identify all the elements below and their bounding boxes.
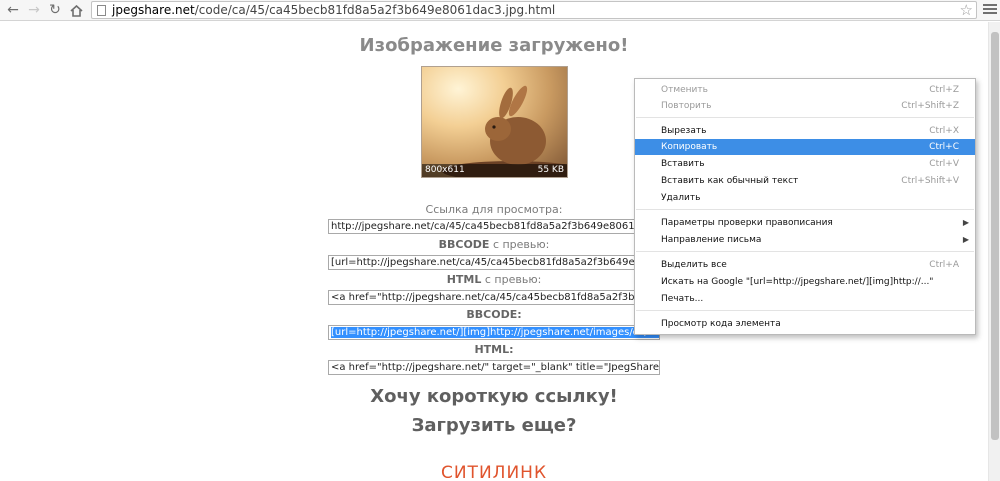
browser-toolbar: ← → ↻ jpegshare.net/code/ca/45/ca45becb8…	[0, 0, 1000, 21]
menu-item-shortcut: Ctrl+Shift+Z	[901, 101, 959, 111]
menu-item-shortcut: Ctrl+A	[929, 260, 959, 270]
image-dimensions: 800x611	[425, 165, 465, 175]
bookmark-star-icon[interactable]: ☆	[960, 1, 973, 19]
bbcode-label-text: BBCODE:	[466, 308, 522, 321]
short-link-button[interactable]: Хочу короткую ссылку!	[0, 386, 988, 407]
scrollbar-thumb[interactable]	[991, 32, 999, 440]
browser-menu-button[interactable]	[983, 4, 997, 16]
upload-heading: Изображение загружено!	[359, 35, 629, 56]
reload-button[interactable]: ↻	[46, 2, 64, 19]
menu-item-label: Вставить как обычный текст	[661, 176, 799, 186]
view-link-field[interactable]: http://jpegshare.net/ca/45/ca45becb81fd8…	[328, 219, 660, 234]
menu-item-writing-direction[interactable]: Направление письма ▶	[635, 232, 975, 248]
image-size: 55 KB	[537, 165, 564, 175]
menu-item-label: Искать на Google "[url=http://jpegshare.…	[661, 277, 934, 287]
menu-item-select-all[interactable]: Выделить все Ctrl+A	[635, 257, 975, 273]
menu-item-label: Направление письма	[661, 235, 762, 245]
forward-button[interactable]: →	[25, 2, 43, 19]
menu-item-label: Вырезать	[661, 126, 707, 136]
forward-arrow-icon: →	[28, 2, 40, 18]
menu-item-label: Вставить	[661, 159, 705, 169]
bbcode-preview-label-bold: BBCODE	[438, 238, 490, 251]
menu-item-label: Просмотр кода элемента	[661, 319, 781, 329]
menu-item-shortcut: Ctrl+X	[929, 126, 959, 136]
menu-item-label: Повторить	[661, 101, 712, 111]
address-bar[interactable]: jpegshare.net/code/ca/45/ca45becb81fd8a5…	[91, 1, 977, 19]
uploaded-image-thumbnail[interactable]: 800x611 55 KB	[421, 66, 568, 178]
menu-item-shortcut: Ctrl+Z	[929, 85, 959, 95]
bbcode-selected-text: [url=http://jpegshare.net/][img]http://j…	[331, 327, 659, 338]
bbcode-field[interactable]: [url=http://jpegshare.net/][img]http://j…	[328, 325, 660, 340]
menu-item-shortcut: Ctrl+V	[929, 159, 959, 169]
menu-item-inspect[interactable]: Просмотр кода элемента	[635, 316, 975, 332]
menu-item-copy[interactable]: Копировать Ctrl+C	[635, 139, 975, 155]
home-button[interactable]	[67, 2, 85, 19]
citilink-brand-logo[interactable]: СИТИЛИНК	[0, 463, 988, 481]
menu-separator	[636, 310, 974, 311]
html-label-text: HTML:	[474, 343, 514, 356]
bbcode-preview-field[interactable]: [url=http://jpegshare.net/ca/45/ca45becb…	[328, 255, 660, 270]
back-arrow-icon: ←	[7, 2, 19, 18]
menu-item-label: Отменить	[661, 85, 708, 95]
menu-separator	[636, 117, 974, 118]
submenu-arrow-icon: ▶	[962, 218, 969, 227]
image-info-bar: 800x611 55 KB	[422, 164, 567, 177]
menu-separator	[636, 209, 974, 210]
menu-item-undo[interactable]: Отменить Ctrl+Z	[635, 82, 975, 98]
menu-item-delete[interactable]: Удалить	[635, 190, 975, 206]
upload-more-link[interactable]: Загрузить еще?	[0, 415, 988, 436]
html-preview-label-bold: HTML	[446, 273, 482, 286]
menu-item-label: Копировать	[661, 142, 718, 152]
menu-item-paste[interactable]: Вставить Ctrl+V	[635, 156, 975, 172]
html-preview-label-rest: с превью:	[481, 273, 542, 286]
url-path: /code/ca/45/ca45becb81fd8a5a2f3b649e8061…	[194, 3, 556, 17]
menu-item-paste-plain[interactable]: Вставить как обычный текст Ctrl+Shift+V	[635, 173, 975, 189]
menu-item-shortcut: Ctrl+Shift+V	[901, 176, 959, 186]
menu-item-label: Выделить все	[661, 260, 727, 270]
html-label: HTML:	[0, 343, 988, 356]
context-menu: Отменить Ctrl+Z Повторить Ctrl+Shift+Z Выр…	[634, 78, 976, 335]
reload-icon: ↻	[49, 2, 61, 18]
url-domain: jpegshare.net	[112, 3, 195, 17]
home-icon	[69, 4, 83, 17]
back-button[interactable]: ←	[4, 2, 22, 19]
menu-item-cut[interactable]: Вырезать Ctrl+X	[635, 123, 975, 139]
menu-separator	[636, 251, 974, 252]
menu-item-spellcheck[interactable]: Параметры проверки правописания ▶	[635, 215, 975, 231]
menu-item-redo[interactable]: Повторить Ctrl+Shift+Z	[635, 98, 975, 114]
menu-item-print[interactable]: Печать...	[635, 291, 975, 307]
menu-item-search-google[interactable]: Искать на Google "[url=http://jpegshare.…	[635, 274, 975, 290]
submenu-arrow-icon: ▶	[962, 235, 969, 244]
rabbit-image	[442, 85, 567, 177]
bbcode-preview-label-rest: с превью:	[489, 238, 550, 251]
url-text: jpegshare.net/code/ca/45/ca45becb81fd8a5…	[112, 2, 555, 18]
page-scrollbar[interactable]	[988, 22, 1000, 481]
menu-item-label: Удалить	[661, 193, 701, 203]
html-preview-field[interactable]: <a href="http://jpegshare.net/ca/45/ca45…	[328, 290, 660, 305]
html-field[interactable]: <a href="http://jpegshare.net/" target="…	[328, 360, 660, 375]
menu-item-label: Параметры проверки правописания	[661, 218, 833, 228]
menu-item-shortcut: Ctrl+C	[929, 142, 959, 152]
menu-item-label: Печать...	[661, 294, 704, 304]
page-icon	[97, 5, 106, 16]
